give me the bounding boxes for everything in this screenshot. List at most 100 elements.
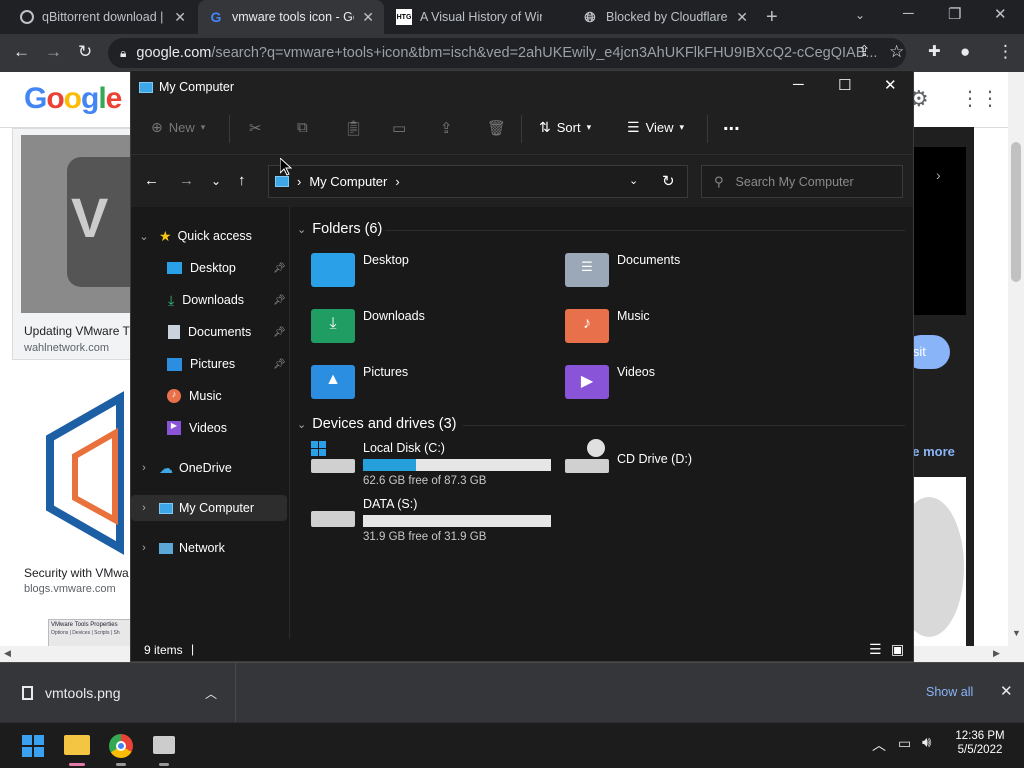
google-apps-icon[interactable]: ⋮⋮ — [960, 86, 1000, 111]
sort-button[interactable]: ⇅ Sort ▾ — [539, 119, 591, 136]
chevron-right-icon[interactable]: › — [395, 174, 399, 189]
scroll-down-arrow-icon[interactable]: ▼ — [1012, 628, 1021, 638]
share-icon[interactable]: ⇪ — [440, 119, 453, 137]
volume-icon[interactable]: 🔊︎ — [922, 734, 931, 751]
next-image-icon[interactable]: › — [936, 167, 941, 183]
result-caption[interactable]: Security with VMwa — [24, 566, 129, 580]
chrome-taskbar-icon[interactable] — [109, 734, 133, 758]
show-hidden-icons-chevron-icon[interactable]: ︿ — [872, 735, 886, 755]
start-windows-icon[interactable] — [22, 735, 44, 757]
address-bar[interactable]: 🔒︎ google.com/search?q=vmware+tools+icon… — [108, 38, 906, 68]
folder-icon — [311, 253, 355, 287]
drive-local-disk-c[interactable]: Local Disk (C:) 62.6 GB free of 87.3 GB — [311, 441, 551, 487]
folder-downloads[interactable]: ⤓ Downloads — [311, 309, 425, 343]
sidebar-item-desktop[interactable]: Desktop 📌︎ — [131, 255, 287, 281]
folders-group-header[interactable]: ⌄ Folders (6) — [297, 221, 382, 237]
google-logo[interactable]: Google — [24, 82, 122, 116]
search-box[interactable]: ⚲ Search My Computer — [701, 165, 903, 198]
chevron-down-icon[interactable]: ⌄ — [137, 230, 151, 243]
close-window-icon[interactable]: ✕ — [884, 76, 897, 94]
chevron-right-icon[interactable]: › — [137, 502, 151, 514]
browser-tab-qbittorrent[interactable]: qBittorrent download | ✕ — [10, 0, 196, 34]
sidebar-item-videos[interactable]: ▶ Videos — [131, 415, 287, 441]
see-more-icon[interactable]: ... — [723, 113, 740, 136]
details-view-icon[interactable]: ☰ — [869, 641, 882, 658]
chevron-down-icon[interactable]: ⌄ — [297, 418, 306, 431]
sidebar-item-pictures[interactable]: Pictures 📌︎ — [131, 351, 287, 377]
close-tab-icon[interactable]: ✕ — [736, 9, 748, 26]
view-button[interactable]: ☰ View ▾ — [627, 119, 684, 136]
related-image[interactable] — [894, 477, 966, 662]
browser-tab-visual-history[interactable]: HTG A Visual History of Win — [386, 0, 570, 34]
restore-icon[interactable]: ❐ — [948, 5, 961, 23]
close-shelf-icon[interactable]: ✕ — [1000, 682, 1013, 700]
drive-data-s[interactable]: DATA (S:) 31.9 GB free of 31.9 GB — [311, 497, 551, 543]
chrome-menu-icon[interactable]: ⋮ — [997, 42, 1014, 62]
drive-cd-d[interactable]: CD Drive (D:) — [565, 439, 692, 473]
chevron-up-icon[interactable]: ︿ — [205, 685, 217, 702]
sidebar-item-my-computer[interactable]: › My Computer — [131, 495, 287, 521]
new-tab-icon[interactable]: + — [766, 6, 778, 29]
rename-icon[interactable]: ▭ — [392, 119, 406, 137]
chevron-right-icon[interactable]: › — [137, 462, 151, 474]
recent-locations-icon[interactable]: ⌄ — [211, 174, 221, 188]
new-button[interactable]: ⊕ New ▾ — [151, 119, 205, 136]
sidebar-item-music[interactable]: ♪ Music — [131, 383, 287, 409]
up-icon[interactable]: ↑ — [238, 172, 246, 189]
copy-icon[interactable]: ⧉ — [297, 119, 308, 136]
paste-icon[interactable]: 📋︎ — [344, 119, 363, 137]
bookmark-star-icon[interactable]: ☆ — [889, 42, 904, 62]
folder-videos[interactable]: ▶ Videos — [565, 365, 655, 399]
folder-documents[interactable]: ☰ Documents — [565, 253, 680, 287]
delete-icon[interactable]: 🗑︎ — [487, 119, 506, 137]
back-icon[interactable]: ← — [13, 42, 30, 62]
file-explorer-taskbar-icon[interactable] — [64, 735, 90, 755]
minimize-icon[interactable]: ─ — [903, 5, 914, 22]
image-result-card[interactable] — [20, 378, 132, 558]
network-tray-icon[interactable]: ▭ — [898, 735, 911, 752]
sidebar-item-documents[interactable]: Documents 📌︎ — [131, 319, 287, 345]
sidebar-item-onedrive[interactable]: › ☁ OneDrive — [131, 455, 287, 481]
address-bar[interactable]: › My Computer › ⌄ ↻ — [268, 165, 688, 198]
clock[interactable]: 12:36 PM 5/5/2022 — [950, 730, 1010, 756]
sidebar-item-downloads[interactable]: ⤓ Downloads 📌︎ — [131, 287, 287, 313]
scroll-thumb[interactable] — [1011, 142, 1021, 282]
sidebar-item-network[interactable]: › Network — [131, 535, 287, 561]
forward-icon[interactable]: → — [45, 42, 62, 62]
cut-icon[interactable]: ✂ — [249, 119, 262, 137]
scroll-left-arrow-icon[interactable]: ◀ — [4, 648, 11, 659]
maximize-icon[interactable]: ☐ — [838, 76, 851, 94]
back-icon[interactable]: ← — [144, 172, 159, 189]
chevron-down-icon[interactable]: ⌄ — [297, 223, 306, 236]
close-tab-icon[interactable]: ✕ — [174, 9, 186, 26]
extensions-icon[interactable]: ✚ — [928, 42, 941, 60]
result-caption[interactable]: Updating VMware T — [24, 324, 130, 338]
folder-pictures[interactable]: ▲ Pictures — [311, 365, 408, 399]
chevron-right-icon[interactable]: › — [137, 542, 151, 554]
tab-search-icon[interactable]: ⌄ — [855, 8, 865, 22]
share-icon[interactable]: ⇪ — [858, 42, 871, 60]
sidebar-item-quick-access[interactable]: ⌄ ★ Quick access — [131, 223, 287, 249]
browser-tab-cloudflare[interactable]: 🌐︎ Blocked by Cloudflare ✕ — [572, 0, 758, 34]
page-vertical-scrollbar[interactable]: ▼ — [1008, 72, 1024, 646]
close-tab-icon[interactable]: ✕ — [362, 9, 374, 26]
refresh-icon[interactable]: ↻ — [662, 172, 675, 190]
scroll-right-arrow-icon[interactable]: ▶ — [993, 648, 1000, 659]
vmware-tools-taskbar-icon[interactable] — [153, 736, 175, 754]
address-history-chevron-icon[interactable]: ⌄ — [629, 174, 638, 187]
reload-icon[interactable]: ↻ — [78, 42, 92, 62]
pane-splitter[interactable] — [289, 207, 290, 639]
large-icons-view-icon[interactable]: ▣ — [891, 641, 904, 658]
profile-avatar-icon[interactable]: ● — [960, 42, 970, 62]
download-item[interactable]: vmtools.png ︿ — [14, 663, 236, 723]
browser-tab-google-search[interactable]: G vmware tools icon - Go ✕ — [198, 0, 384, 34]
explorer-title-bar[interactable]: My Computer ─ ☐ ✕ — [131, 71, 913, 103]
drives-group-header[interactable]: ⌄ Devices and drives (3) — [297, 416, 456, 432]
folder-desktop[interactable]: Desktop — [311, 253, 409, 287]
show-all-link[interactable]: Show all — [926, 685, 973, 699]
close-window-icon[interactable]: ✕ — [994, 5, 1007, 23]
minimize-icon[interactable]: ─ — [793, 76, 804, 93]
breadcrumb-my-computer[interactable]: My Computer — [309, 174, 387, 189]
forward-icon[interactable]: → — [179, 172, 194, 189]
folder-music[interactable]: ♪ Music — [565, 309, 650, 343]
